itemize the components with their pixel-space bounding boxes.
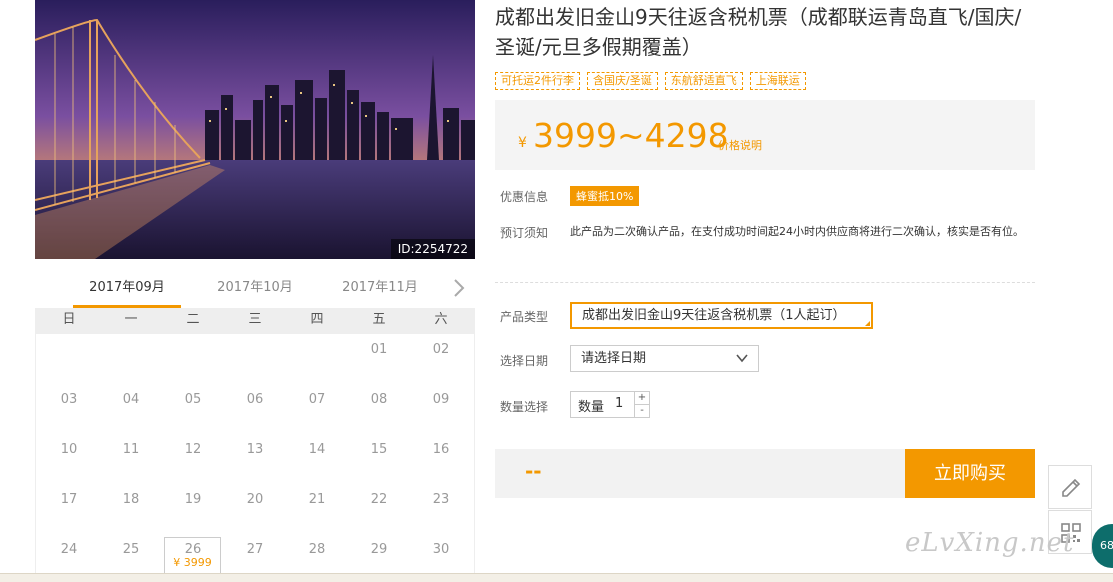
chevron-right-icon[interactable] (449, 278, 469, 298)
calendar-day[interactable]: 09 (410, 392, 472, 407)
calendar-day[interactable]: 21 (286, 492, 348, 507)
calendar-day[interactable]: 20 (224, 492, 286, 507)
product-type-option[interactable]: 成都出发旧金山9天往返含税机票（1人起订） (570, 302, 873, 329)
calendar-day[interactable]: 14 (286, 442, 348, 457)
calendar-month-tabs: 2017年09月 2017年10月 2017年11月 (35, 272, 475, 308)
image-id-label: ID:2254722 (390, 239, 475, 259)
calendar-day[interactable]: 10 (38, 442, 100, 457)
tab-month-nov[interactable]: 2017年11月 (318, 272, 442, 308)
product-type-label: 产品类型 (500, 310, 549, 324)
calendar-day[interactable]: 08 (348, 392, 410, 407)
calendar-weekday-header: 日 一 二 三 四 五 六 (35, 308, 475, 334)
selected-corner-icon (865, 321, 870, 326)
tag-item: 上海联运 (749, 72, 806, 90)
weekday-sat: 六 (434, 312, 448, 327)
weekday-tue: 二 (186, 312, 200, 327)
weekday-thu: 四 (310, 312, 324, 327)
calendar-day[interactable]: 07 (286, 392, 348, 407)
calendar-day[interactable]: 04 (100, 392, 162, 407)
qty-increase-button[interactable]: + (634, 392, 649, 405)
chevron-down-icon (736, 354, 748, 363)
qty-label: 数量 (578, 400, 605, 415)
qty-decrease-button[interactable]: - (634, 405, 649, 417)
calendar-day[interactable]: 02 (410, 342, 472, 357)
date-select-value: 请选择日期 (581, 351, 647, 366)
weekday-mon: 一 (124, 312, 138, 327)
price-box: ¥ 3999~4298 价格说明 (495, 100, 1035, 170)
tag-item: 可托运2件行李 (495, 72, 580, 90)
weekday-fri: 五 (372, 312, 386, 327)
day-price: ¥ 3999 (173, 556, 212, 569)
pencil-icon (1062, 478, 1081, 497)
calendar-day[interactable]: 11 (100, 442, 162, 457)
weekday-wed: 三 (248, 312, 262, 327)
calendar-day[interactable]: 05 (162, 392, 224, 407)
edit-tool-button[interactable] (1048, 465, 1092, 509)
buy-bar: -- 立即购买 (495, 449, 1035, 498)
float-badge[interactable]: 68 (1092, 524, 1113, 568)
product-type-value: 成都出发旧金山9天往返含税机票（1人起订） (582, 308, 846, 323)
tab-month-sep[interactable]: 2017年09月 (65, 272, 189, 308)
section-divider (495, 282, 1035, 283)
calendar-day[interactable]: 15 (348, 442, 410, 457)
price-note-link[interactable]: 价格说明 (718, 137, 762, 153)
calendar-day[interactable]: 28 (286, 542, 348, 557)
weekday-sun: 日 (62, 312, 76, 327)
buy-now-button[interactable]: 立即购买 (905, 449, 1035, 498)
calendar-day[interactable]: 29 (348, 542, 410, 557)
date-select[interactable]: 请选择日期 (570, 345, 759, 372)
calendar-day[interactable]: 16 (410, 442, 472, 457)
calendar-day[interactable]: 01 (348, 342, 410, 357)
product-tags: 可托运2件行李 含国庆/圣诞 东航舒适直飞 上海联运 (495, 69, 813, 90)
qty-section-label: 数量选择 (500, 400, 549, 414)
city-bridge-illustration (35, 0, 475, 259)
notice-text: 此产品为二次确认产品，在支付成功时间起24小时内供应商将进行二次确认，核实是否有… (570, 225, 1024, 238)
calendar-day[interactable]: 19 (162, 492, 224, 507)
calendar-day[interactable]: 24 (38, 542, 100, 557)
calendar-day[interactable]: 17 (38, 492, 100, 507)
calendar-day[interactable]: 30 (410, 542, 472, 557)
product-image: ID:2254722 (35, 0, 475, 259)
price-range: 3999~4298 (533, 116, 729, 155)
calendar-day[interactable]: 12 (162, 442, 224, 457)
watermark: eLvXing.net (905, 528, 1075, 558)
calendar-day[interactable]: 25 (100, 542, 162, 557)
quantity-stepper: 数量 1 + - (570, 391, 650, 418)
calendar-day[interactable]: 23 (410, 492, 472, 507)
calendar-day[interactable]: 27 (224, 542, 286, 557)
promo-badge: 蜂蜜抵10% (570, 186, 640, 206)
tag-item: 含国庆/圣诞 (587, 72, 658, 90)
calendar-day[interactable]: 13 (224, 442, 286, 457)
calendar-day[interactable]: 22 (348, 492, 410, 507)
tab-month-oct[interactable]: 2017年10月 (193, 272, 317, 308)
calendar-day[interactable]: 03 (38, 392, 100, 407)
date-label: 选择日期 (500, 354, 549, 368)
promo-label: 优惠信息 (500, 190, 549, 204)
product-title: 成都出发旧金山9天往返含税机票（成都联运青岛直飞/国庆/圣诞/元旦多假期覆盖） (495, 5, 1022, 59)
calendar-day[interactable]: 06 (224, 392, 286, 407)
tag-item: 东航舒适直飞 (664, 72, 743, 90)
currency-symbol: ¥ (518, 135, 527, 151)
calendar-day[interactable]: 18 (100, 492, 162, 507)
notice-label: 预订须知 (500, 226, 549, 240)
total-price: -- (525, 459, 542, 483)
qty-value[interactable]: 1 (615, 396, 623, 411)
